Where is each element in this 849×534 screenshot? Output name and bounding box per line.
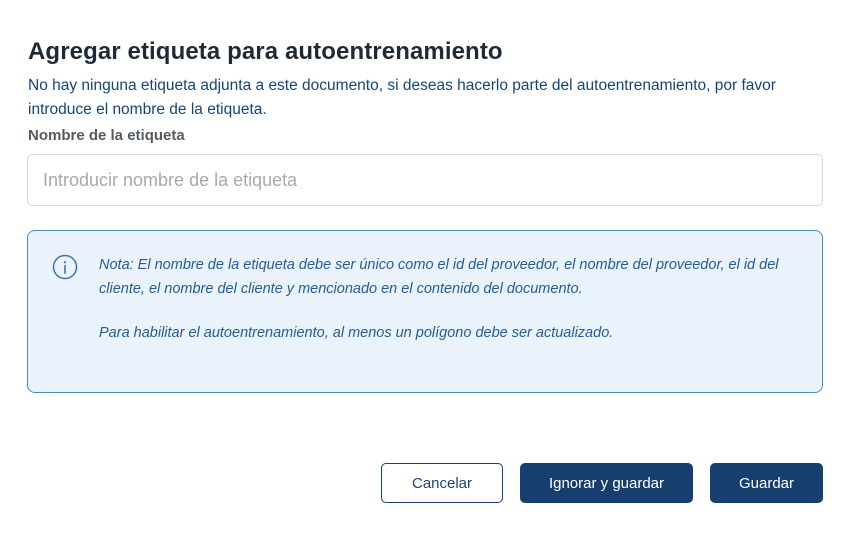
- cancel-button[interactable]: Cancelar: [381, 463, 503, 503]
- note-text: Nota: El nombre de la etiqueta debe ser …: [99, 253, 804, 345]
- label-name-field-label: Nombre de la etiqueta: [28, 127, 185, 144]
- dialog-title: Agregar etiqueta para autoentrenamiento: [28, 38, 503, 65]
- dialog-description: No hay ninguna etiqueta adjunta a este d…: [28, 77, 776, 118]
- note-paragraph-uniqueness: Nota: El nombre de la etiqueta debe ser …: [99, 257, 779, 297]
- save-button[interactable]: Guardar: [710, 463, 823, 503]
- note-box: Nota: El nombre de la etiqueta debe ser …: [27, 230, 823, 393]
- label-name-input[interactable]: [27, 154, 823, 206]
- ignore-and-save-button[interactable]: Ignorar y guardar: [520, 463, 693, 503]
- add-label-dialog: Agregar etiqueta para autoentrenamiento …: [0, 0, 849, 534]
- info-icon: [52, 254, 78, 280]
- note-paragraph-polygon: Para habilitar el autoentrenamiento, al …: [99, 325, 614, 341]
